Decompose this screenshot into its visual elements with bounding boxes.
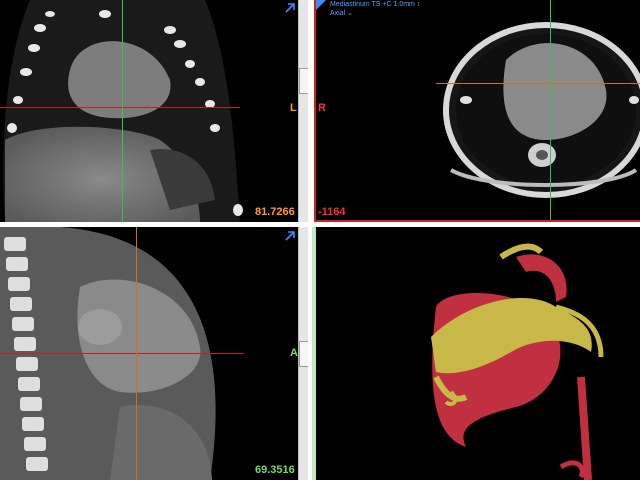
heart-vessel-3d-render xyxy=(431,243,604,480)
window-value: 69.3516 xyxy=(255,464,295,476)
sagittal-viewport[interactable]: A 69.3516 xyxy=(0,227,298,480)
axial-viewport[interactable]: Mediastinum TS +C 1.0mm ↕ Axial ⌄ R -116… xyxy=(314,0,640,222)
crosshair-horizontal[interactable] xyxy=(0,107,240,108)
crosshair-vertical[interactable] xyxy=(122,0,123,222)
volume-render-viewport[interactable] xyxy=(316,227,640,480)
crosshair-horizontal[interactable] xyxy=(436,83,640,84)
ct-value: -1164 xyxy=(318,206,346,218)
crosshair-vertical[interactable] xyxy=(550,0,551,220)
orientation-label-anterior: A xyxy=(290,347,298,359)
window-value: 81.7266 xyxy=(255,206,295,218)
coronal-ct-image xyxy=(3,0,243,222)
orientation-dropdown[interactable]: Axial ⌄ xyxy=(330,9,420,18)
expand-arrow-icon[interactable] xyxy=(284,230,296,242)
crosshair-horizontal[interactable] xyxy=(0,353,244,354)
orientation-label-left: L xyxy=(290,102,297,114)
series-info[interactable]: Mediastinum TS +C 1.0mm ↕ Axial ⌄ xyxy=(330,0,420,18)
series-description: Mediastinum TS +C 1.0mm xyxy=(330,1,415,8)
axial-ct-image xyxy=(443,22,640,198)
viewport-corner-marker xyxy=(316,0,326,10)
expand-arrow-icon[interactable] xyxy=(284,2,296,14)
orientation-label-right: R xyxy=(318,102,326,114)
series-stepper-icon[interactable]: ↕ xyxy=(417,1,421,8)
crosshair-vertical[interactable] xyxy=(136,227,137,480)
coronal-viewport[interactable]: L 81.7266 xyxy=(0,0,298,222)
